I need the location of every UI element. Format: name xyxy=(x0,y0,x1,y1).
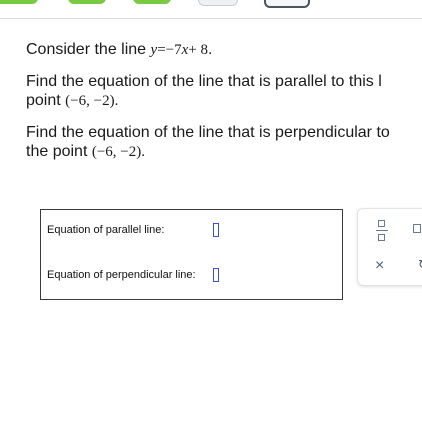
perpendicular-line-input[interactable] xyxy=(213,268,219,282)
parallel-line-label: Equation of parallel line: xyxy=(47,224,165,236)
question-line-1: Consider the line y=−7x+ 8. xyxy=(26,41,213,58)
toolbar-button-green-3[interactable] xyxy=(133,0,171,4)
parallel-prompt-line-2: point (−6, −2). xyxy=(26,92,119,109)
toolbar-button-green-1[interactable] xyxy=(0,0,38,4)
parallel-prompt-line-1: Find the equation of the line that is pa… xyxy=(26,73,382,90)
redo-icon[interactable]: ↻ xyxy=(418,257,422,273)
toolbar-button-green-2[interactable] xyxy=(68,0,106,4)
toolbar-button-gray[interactable] xyxy=(198,0,238,6)
question-intro: Consider the line xyxy=(26,41,147,58)
perpendicular-prompt-line-1: Find the equation of the line that is pe… xyxy=(26,124,390,141)
top-toolbar xyxy=(0,0,422,19)
math-palette: S × ↻ xyxy=(357,208,422,286)
point-coordinates: (−6, −2) xyxy=(65,93,115,109)
parallel-line-input[interactable] xyxy=(213,223,219,237)
perpendicular-prompt-line-2: the point (−6, −2). xyxy=(26,143,146,160)
clear-button[interactable]: × xyxy=(375,257,384,275)
toolbar-button-selected[interactable] xyxy=(264,0,310,8)
line-equation: y=−7x+ 8 xyxy=(150,42,209,58)
answer-box: Equation of parallel line: Equation of p… xyxy=(40,209,343,300)
box-icon[interactable] xyxy=(413,224,421,233)
perpendicular-line-label: Equation of perpendicular line: xyxy=(47,269,196,281)
point-coordinates: (−6, −2) xyxy=(91,144,142,160)
fraction-icon[interactable] xyxy=(376,219,388,243)
